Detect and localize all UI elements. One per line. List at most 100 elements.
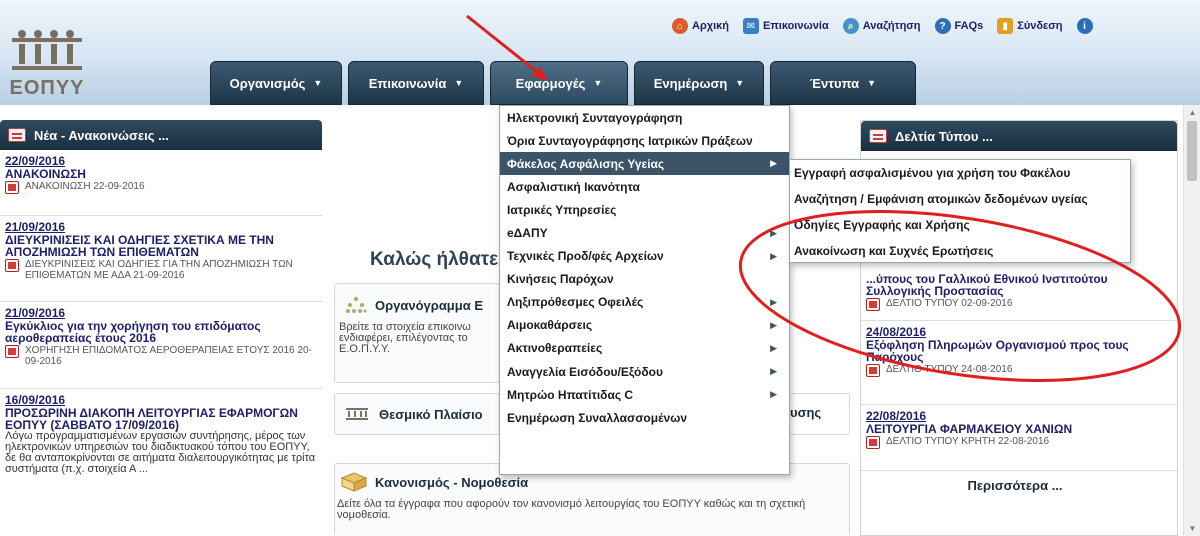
top-link-label: Αρχική [692,20,729,32]
dd-item-radiotherapy[interactable]: Ακτινοθεραπείες ▶ [500,337,789,360]
health-folder-submenu: Εγγραφή ασφαλισμένου για χρήση του Φακέλ… [789,159,1131,263]
dd-item-overdue-debts[interactable]: Ληξιπρόθεσμες Οφειλές ▶ [500,291,789,314]
nav-tab-contact[interactable]: Επικοινωνία ▼ [348,61,484,105]
press-attachment[interactable]: ΔΕΛΤΙΟ ΤΥΠΟΥ 24-08-2016 [866,364,1171,377]
news-description: Λόγω προγραμματισμένων εργασιών συντήρησ… [5,430,316,475]
press-attachment[interactable]: ΔΕΛΤΙΟ ΤΥΠΟΥ 02-09-2016 [866,298,1171,311]
nav-tab-news[interactable]: Ενημέρωση ▼ [634,61,764,105]
top-link-label: Επικοινωνία [763,20,829,32]
chevron-down-icon: ▼ [454,78,464,88]
card-text: Βρείτε τα στοιχεία επικοινω ενδιαφέρει, … [339,321,471,355]
pdf-icon [866,364,880,377]
chevron-right-icon: ▶ [770,158,777,169]
dd-item-health-folder[interactable]: Φάκελος Ασφάλισης Υγείας ▶ [500,152,789,176]
attachment-label: ΔΕΛΤΙΟ ΤΥΠΟΥ 24-08-2016 [886,364,1013,375]
pdf-icon [5,181,19,194]
top-link-label: Σύνδεση [1017,20,1063,32]
sub-item-instructions[interactable]: Οδηγίες Εγγραφής και Χρήσης [790,212,1130,238]
main-nav: Οργανισμός ▼ Επικοινωνία ▼ Εφαρμογές ▼ Ενημ… [210,61,922,105]
chevron-right-icon: ▶ [770,366,777,377]
card-title: Θεσμικό Πλαίσιο [379,406,483,422]
news-title[interactable]: ΑΝΑΚΟΙΝΩΣΗ [5,168,316,180]
eopyy-logo[interactable]: ΕΟΠΥΥ [6,20,88,100]
news-panel-header: Νέα - Ανακοινώσεις ... [0,120,322,150]
news-icon [869,129,887,143]
dd-item-file-specs[interactable]: Τεχνικές Προδ/φές Αρχείων ▶ [500,245,789,268]
dd-item-partner-info[interactable]: Ενημέρωση Συναλλασσομένων [500,406,789,429]
page-scrollbar[interactable]: ▲ ▼ [1183,105,1200,536]
logo-figures-icon [12,30,82,70]
dd-item-label: Όρια Συνταγογράφησης Ιατρικών Πράξεων [507,133,753,148]
news-icon [8,128,26,142]
nav-tab-applications[interactable]: Εφαρμογές ▼ [490,61,628,105]
card-title-row: Οργανόγραμμα Ε [335,284,499,314]
dd-item-edapy[interactable]: eΔΑΠΥ ▶ [500,221,789,244]
dd-item-medical-services[interactable]: Ιατρικές Υπηρεσίες [500,198,789,221]
legal-framework-card[interactable]: Θεσμικό Πλαίσιο [334,393,500,435]
chevron-right-icon: ▶ [770,389,777,400]
top-link-home[interactable]: ⌂ Αρχική [672,18,729,34]
org-chart-card[interactable]: Οργανόγραμμα Ε Βρείτε τα στοιχεία επικοι… [334,283,500,383]
sub-item-search-data[interactable]: Αναζήτηση / Εμφάνιση ατομικών δεδομένων … [790,186,1130,212]
help-icon: ? [934,18,951,34]
dd-item-entry-exit[interactable]: Αναγγελία Εισόδου/Εξόδου ▶ [500,360,789,383]
nav-tab-organization[interactable]: Οργανισμός ▼ [210,61,342,105]
press-title[interactable]: ΛΕΙΤΟΥΡΓΙΑ ΦΑΡΜΑΚΕΙΟΥ ΧΑΝΙΩΝ [866,423,1171,435]
nav-tab-label: Οργανισμός [229,75,306,91]
book-icon [339,470,369,494]
dd-item-provider-moves[interactable]: Κινήσεις Παρόχων [500,268,789,291]
attachment-label: ΧΟΡΗΓΗΣΗ ΕΠΙΔΟΜΑΤΟΣ ΑΕΡΟΘΕΡΑΠΕΙΑΣ ΕΤΟΥΣ … [25,345,312,367]
dd-item-label: Φάκελος Ασφάλισης Υγείας [507,156,665,171]
pdf-icon [5,259,19,272]
news-attachment[interactable]: ΧΟΡΗΓΗΣΗ ΕΠΙΔΟΜΑΤΟΣ ΑΕΡΟΘΕΡΑΠΕΙΑΣ ΕΤΟΥΣ … [5,345,316,367]
scroll-up-icon[interactable]: ▲ [1184,106,1200,120]
press-item: 22/08/2016 ΛΕΙΤΟΥΡΓΙΑ ΦΑΡΜΑΚΕΙΟΥ ΧΑΝΙΩΝ … [861,405,1177,471]
top-link-search[interactable]: ⌕ Αναζήτηση [842,18,921,34]
sub-item-register[interactable]: Εγγραφή ασφαλισμένου για χρήση του Φακέλ… [790,160,1130,186]
press-title[interactable]: Εξόφληση Πληρωμών Οργανισμού προς τους Π… [866,339,1171,363]
top-links: ⌂ Αρχική ✉ Επικοινωνία ⌕ Αναζήτηση ? FAQ… [672,15,1097,37]
news-item: 21/09/2016 Εγκύκλιος για την χορήγηση το… [0,302,322,389]
scroll-down-icon[interactable]: ▼ [1184,522,1200,536]
pdf-icon [866,436,880,449]
nav-tab-forms[interactable]: Έντυπα ▼ [770,61,916,105]
dd-item-label: Ακτινοθεραπείες [507,341,603,356]
top-link-faqs[interactable]: ? FAQs [934,18,983,34]
logo-text: ΕΟΠΥΥ [9,77,85,99]
news-title[interactable]: Εγκύκλιος για την χορήγηση του επιδόματο… [5,320,316,344]
top-link-login[interactable]: ▮ Σύνδεση [997,18,1063,34]
card-title: Οργανόγραμμα Ε [375,297,483,313]
top-link-info[interactable]: i [1076,18,1097,34]
scroll-thumb[interactable] [1187,121,1197,181]
news-title[interactable]: ΔΙΕΥΚΡΙΝΙΣΕΙΣ ΚΑΙ ΟΔΗΓΙΕΣ ΣΧΕΤΙΚΑ ΜΕ ΤΗΝ… [5,234,316,258]
applications-dropdown: Ηλεκτρονική Συνταγογράφηση Όρια Συνταγογ… [499,105,790,475]
nav-tab-label: Επικοινωνία [368,75,447,91]
news-attachment[interactable]: ΔΙΕΥΚΡΙΝΙΣΕΙΣ ΚΑΙ ΟΔΗΓΙΕΣ ΓΙΑ ΤΗΝ ΑΠΟΖΗΜ… [5,259,316,281]
dd-item-e-prescription[interactable]: Ηλεκτρονική Συνταγογράφηση [500,106,789,129]
top-link-contact[interactable]: ✉ Επικοινωνία [743,18,829,34]
press-attachment[interactable]: ΔΕΛΤΙΟ ΤΥΠΟΥ ΚΡΗΤΗ 22-08-2016 [866,436,1171,449]
news-title[interactable]: ΠΡΟΣΩΡΙΝΗ ΔΙΑΚΟΠΗ ΛΕΙΤΟΥΡΓΙΑΣ ΕΦΑΡΜΟΓΩΝ … [5,407,316,431]
chevron-right-icon: ▶ [770,319,777,330]
attachment-label: ΑΝΑΚΟΙΝΩΣΗ 22-09-2016 [25,181,145,192]
dd-item-insurance-capacity[interactable]: Ασφαλιστική Ικανότητα [500,175,789,198]
press-more-link[interactable]: Περισσότερα ... [862,478,1168,493]
dd-item-prescription-limits[interactable]: Όρια Συνταγογράφησης Ιατρικών Πράξεων [500,129,789,152]
site-header: ΕΟΠΥΥ ⌂ Αρχική ✉ Επικοινωνία ⌕ Αναζήτηση… [0,0,1200,105]
dd-item-hepatitis-registry[interactable]: Μητρώο Ηπατίτιδας C ▶ [500,383,789,406]
card-title: Κανονισμός - Νομοθεσία [375,474,529,490]
home-icon: ⌂ [672,18,688,34]
dd-item-dialysis[interactable]: Αιμοκαθάρσεις ▶ [500,314,789,337]
news-item: 16/09/2016 ΠΡΟΣΩΡΙΝΗ ΔΙΑΚΟΠΗ ΛΕΙΤΟΥΡΓΙΑΣ… [0,389,322,479]
pdf-icon [5,345,19,358]
chevron-right-icon: ▶ [770,296,777,307]
dd-item-label: Αιμοκαθάρσεις [507,318,593,333]
eopyy-mini-logo-icon [345,405,369,423]
nav-tab-label: Εφαρμογές [515,75,586,91]
contact-icon: ✉ [743,18,759,34]
press-title[interactable]: ...ύπους του Γαλλικού Εθνικού Ινστιτούτο… [866,273,1171,297]
card-text: Δείτε όλα τα έγγραφα που αφορούν τον καν… [337,498,806,521]
press-panel-header: Δελτία Τύπου ... [861,121,1177,151]
news-attachment[interactable]: ΑΝΑΚΟΙΝΩΣΗ 22-09-2016 [5,181,316,194]
sub-item-faq[interactable]: Ανακοίνωση και Συχνές Ερωτήσεις [790,238,1130,264]
